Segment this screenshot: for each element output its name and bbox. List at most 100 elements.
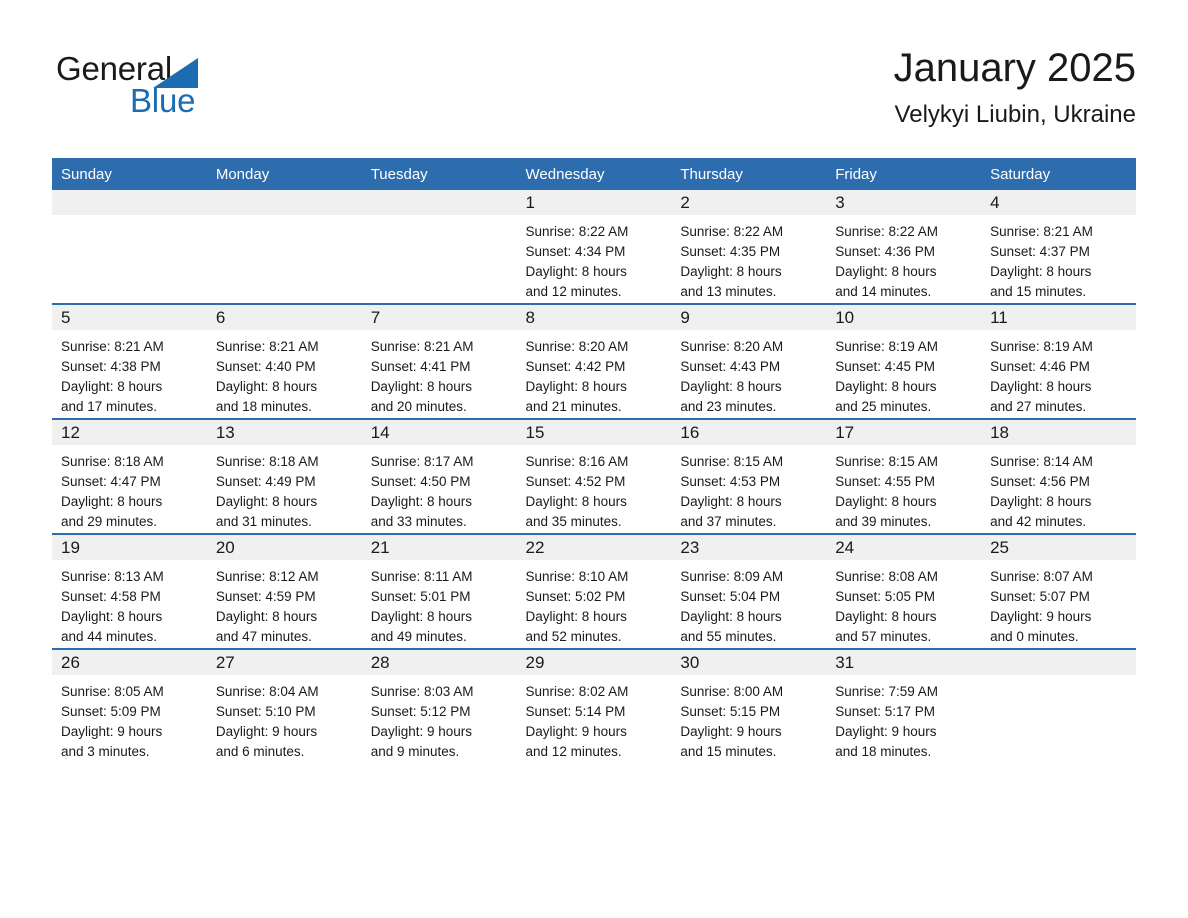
daylight-duration-line1: Daylight: 8 hours	[525, 264, 627, 279]
day-cell[interactable]: 23 Sunrise: 8:09 AM Sunset: 5:04 PM Dayligh…	[671, 533, 827, 649]
sunrise-time: Sunrise: 8:15 AM	[835, 454, 939, 469]
weekday-header-saturday: Saturday	[981, 158, 1136, 190]
day-number: 12	[52, 420, 207, 445]
day-details: Sunrise: 8:21 AM Sunset: 4:37 PM Daylight:…	[981, 215, 1136, 302]
day-cell[interactable]: 26 Sunrise: 8:05 AM Sunset: 5:09 PM Dayligh…	[52, 648, 207, 763]
sunrise-time: Sunrise: 8:18 AM	[215, 454, 319, 469]
day-details: Sunrise: 8:21 AM Sunset: 4:38 PM Daylight:…	[52, 330, 207, 417]
sunset-time: Sunset: 4:58 PM	[61, 589, 161, 604]
day-details: Sunrise: 8:18 AM Sunset: 4:49 PM Daylight:…	[207, 445, 362, 532]
day-cell[interactable]: 6 Sunrise: 8:21 AM Sunset: 4:40 PM Daylight…	[206, 303, 362, 419]
day-cell[interactable]: 25 Sunrise: 8:07 AM Sunset: 5:07 PM Dayligh…	[981, 533, 1136, 649]
daylight-duration-line2: and 18 minutes.	[215, 399, 312, 414]
day-cell[interactable]: 12 Sunrise: 8:18 AM Sunset: 4:47 PM Dayligh…	[52, 418, 207, 534]
day-cell[interactable]: 5 Sunrise: 8:21 AM Sunset: 4:38 PM Daylight…	[52, 303, 207, 419]
day-number: 13	[206, 420, 362, 445]
daylight-duration-line1: Daylight: 8 hours	[990, 264, 1092, 279]
day-details: Sunrise: 8:19 AM Sunset: 4:45 PM Daylight:…	[826, 330, 981, 417]
day-cell[interactable]: 4 Sunrise: 8:21 AM Sunset: 4:37 PM Daylight…	[981, 190, 1136, 304]
day-cell-empty	[206, 190, 362, 304]
day-cell[interactable]: 16 Sunrise: 8:15 AM Sunset: 4:53 PM Dayligh…	[671, 418, 827, 534]
sunset-time: Sunset: 4:49 PM	[215, 474, 316, 489]
sunrise-time: Sunrise: 8:03 AM	[370, 684, 474, 699]
sunrise-time: Sunrise: 8:00 AM	[680, 684, 784, 699]
day-cell[interactable]: 3 Sunrise: 8:22 AM Sunset: 4:36 PM Daylight…	[826, 190, 982, 304]
daylight-duration-line1: Daylight: 8 hours	[525, 494, 627, 509]
sunset-time: Sunset: 4:53 PM	[680, 474, 781, 489]
day-number: 5	[52, 305, 207, 330]
weekday-header-thursday: Thursday	[671, 158, 827, 190]
day-details: Sunrise: 8:15 AM Sunset: 4:53 PM Daylight:…	[671, 445, 826, 532]
sunset-time: Sunset: 4:59 PM	[215, 589, 316, 604]
day-number: 8	[516, 305, 672, 330]
day-cell[interactable]: 19 Sunrise: 8:13 AM Sunset: 4:58 PM Dayligh…	[52, 533, 207, 649]
day-cell[interactable]: 7 Sunrise: 8:21 AM Sunset: 4:41 PM Daylight…	[361, 303, 517, 419]
day-number: 22	[516, 535, 672, 560]
sunset-time: Sunset: 5:15 PM	[680, 704, 781, 719]
day-details: Sunrise: 8:19 AM Sunset: 4:46 PM Daylight:…	[981, 330, 1136, 417]
day-cell[interactable]: 8 Sunrise: 8:20 AM Sunset: 4:42 PM Daylight…	[516, 303, 672, 419]
sunrise-time: Sunrise: 8:17 AM	[370, 454, 474, 469]
daylight-duration-line2: and 42 minutes.	[990, 514, 1087, 529]
day-cell[interactable]: 22 Sunrise: 8:10 AM Sunset: 5:02 PM Dayligh…	[516, 533, 672, 649]
daylight-duration-line2: and 20 minutes.	[370, 399, 467, 414]
day-cell[interactable]: 17 Sunrise: 8:15 AM Sunset: 4:55 PM Dayligh…	[826, 418, 982, 534]
day-details: Sunrise: 8:07 AM Sunset: 5:07 PM Daylight:…	[981, 560, 1136, 647]
day-number: 4	[981, 190, 1136, 215]
sunrise-time: Sunrise: 7:59 AM	[835, 684, 939, 699]
daylight-duration-line1: Daylight: 8 hours	[680, 494, 782, 509]
day-cell[interactable]: 18 Sunrise: 8:14 AM Sunset: 4:56 PM Dayligh…	[981, 418, 1136, 534]
daylight-duration-line2: and 57 minutes.	[835, 629, 932, 644]
day-cell[interactable]: 27 Sunrise: 8:04 AM Sunset: 5:10 PM Dayligh…	[206, 648, 362, 763]
day-cell[interactable]: 15 Sunrise: 8:16 AM Sunset: 4:52 PM Dayligh…	[516, 418, 672, 534]
day-cell[interactable]: 24 Sunrise: 8:08 AM Sunset: 5:05 PM Dayligh…	[826, 533, 982, 649]
day-cell[interactable]: 31 Sunrise: 7:59 AM Sunset: 5:17 PM Dayligh…	[826, 648, 982, 763]
sunset-time: Sunset: 4:52 PM	[525, 474, 626, 489]
sunrise-time: Sunrise: 8:15 AM	[680, 454, 784, 469]
daylight-duration-line1: Daylight: 8 hours	[990, 494, 1092, 509]
daylight-duration-line2: and 35 minutes.	[525, 514, 622, 529]
sunrise-time: Sunrise: 8:20 AM	[680, 339, 784, 354]
sunrise-time: Sunrise: 8:05 AM	[61, 684, 164, 699]
sunset-time: Sunset: 5:02 PM	[525, 589, 626, 604]
daylight-duration-line2: and 12 minutes.	[525, 744, 622, 759]
day-cell[interactable]: 20 Sunrise: 8:12 AM Sunset: 4:59 PM Dayligh…	[206, 533, 362, 649]
daylight-duration-line2: and 9 minutes.	[370, 744, 460, 759]
daylight-duration-line2: and 31 minutes.	[215, 514, 312, 529]
day-number: 19	[52, 535, 207, 560]
day-cell[interactable]: 9 Sunrise: 8:20 AM Sunset: 4:43 PM Daylight…	[671, 303, 827, 419]
day-cell[interactable]: 30 Sunrise: 8:00 AM Sunset: 5:15 PM Dayligh…	[671, 648, 827, 763]
day-cell[interactable]: 21 Sunrise: 8:11 AM Sunset: 5:01 PM Dayligh…	[361, 533, 517, 649]
daylight-duration-line1: Daylight: 8 hours	[61, 379, 163, 394]
daylight-duration-line2: and 55 minutes.	[680, 629, 777, 644]
day-cell[interactable]: 2 Sunrise: 8:22 AM Sunset: 4:35 PM Daylight…	[671, 190, 827, 304]
day-details: Sunrise: 8:20 AM Sunset: 4:43 PM Daylight:…	[671, 330, 826, 417]
day-cell[interactable]: 14 Sunrise: 8:17 AM Sunset: 4:50 PM Dayligh…	[361, 418, 517, 534]
sunset-time: Sunset: 4:41 PM	[370, 359, 471, 374]
day-cell[interactable]: 10 Sunrise: 8:19 AM Sunset: 4:45 PM Dayligh…	[826, 303, 982, 419]
sunset-time: Sunset: 4:35 PM	[680, 244, 781, 259]
day-number: 11	[981, 305, 1136, 330]
daylight-duration-line2: and 14 minutes.	[835, 284, 932, 299]
sunset-time: Sunset: 4:40 PM	[215, 359, 316, 374]
sunrise-time: Sunrise: 8:22 AM	[835, 224, 939, 239]
day-number	[981, 650, 1136, 675]
daylight-duration-line1: Daylight: 8 hours	[835, 609, 937, 624]
day-cell[interactable]: 1 Sunrise: 8:22 AM Sunset: 4:34 PM Daylight…	[516, 190, 672, 304]
daylight-duration-line1: Daylight: 8 hours	[680, 609, 782, 624]
sunrise-time: Sunrise: 8:19 AM	[835, 339, 939, 354]
day-cell[interactable]: 28 Sunrise: 8:03 AM Sunset: 5:12 PM Dayligh…	[361, 648, 517, 763]
day-details: Sunrise: 8:00 AM Sunset: 5:15 PM Daylight:…	[671, 675, 826, 762]
daylight-duration-line1: Daylight: 8 hours	[370, 494, 472, 509]
day-cell[interactable]: 13 Sunrise: 8:18 AM Sunset: 4:49 PM Dayligh…	[206, 418, 362, 534]
day-cell[interactable]: 11 Sunrise: 8:19 AM Sunset: 4:46 PM Dayligh…	[981, 303, 1136, 419]
day-number: 31	[826, 650, 982, 675]
day-details: Sunrise: 8:20 AM Sunset: 4:42 PM Daylight:…	[517, 330, 672, 417]
day-cell[interactable]: 29 Sunrise: 8:02 AM Sunset: 5:14 PM Dayligh…	[516, 648, 672, 763]
calendar-week-row: 12 Sunrise: 8:18 AM Sunset: 4:47 PM Dayligh…	[52, 418, 1136, 534]
sunset-time: Sunset: 5:12 PM	[370, 704, 471, 719]
sunset-time: Sunset: 4:38 PM	[61, 359, 161, 374]
sunrise-time: Sunrise: 8:10 AM	[525, 569, 629, 584]
day-details: Sunrise: 8:05 AM Sunset: 5:09 PM Daylight:…	[52, 675, 207, 762]
day-number: 29	[516, 650, 672, 675]
